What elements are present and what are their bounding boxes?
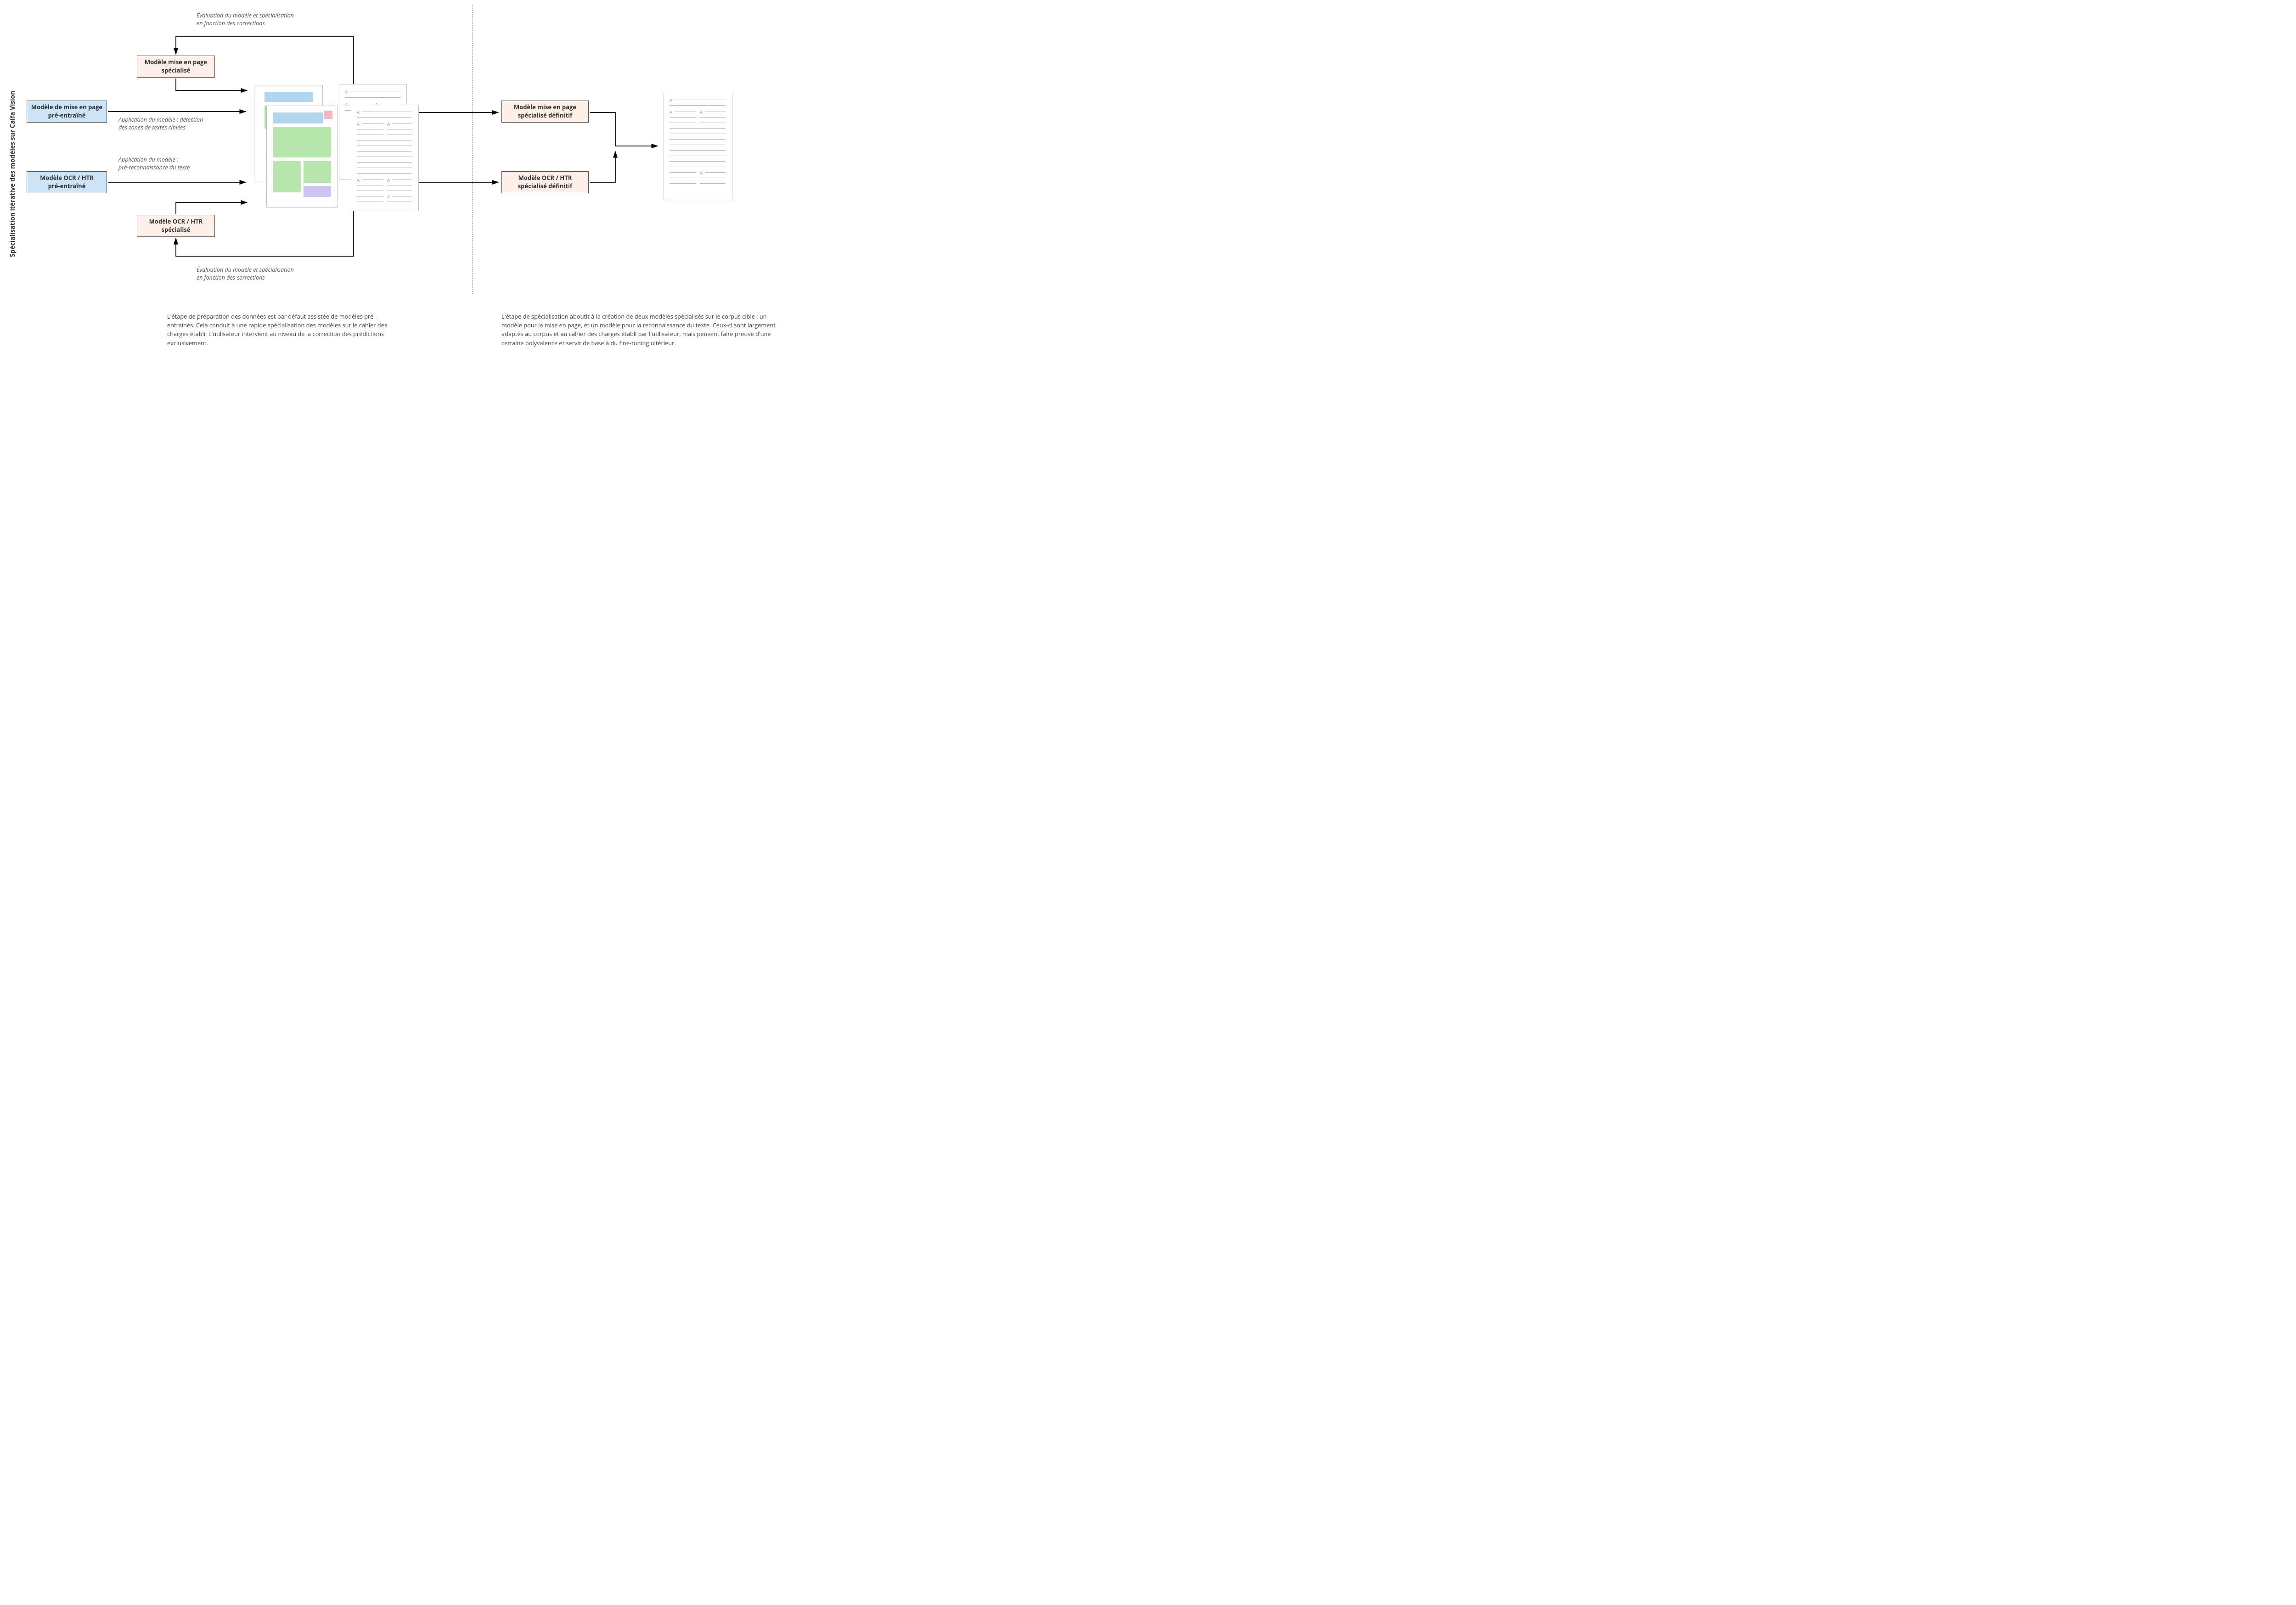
doc-output: A A A A [664, 93, 732, 199]
section-divider [472, 5, 473, 294]
arrows [0, 0, 881, 321]
doc-layout-front [266, 106, 338, 208]
box-layout-final: Modèle mise en page spécialisé définitif [501, 101, 589, 123]
doc-text-front: A A A A A A [351, 105, 419, 211]
box-ocr-final: Modèle OCR / HTR spécialisé définitif [501, 171, 589, 193]
diagram-stage: Spécialisation itérative des modèles sur… [0, 0, 881, 401]
paragraph-right: L'étape de spécialisation aboutit à la c… [501, 312, 777, 348]
paragraph-left: L'étape de préparation des données est p… [167, 312, 392, 348]
